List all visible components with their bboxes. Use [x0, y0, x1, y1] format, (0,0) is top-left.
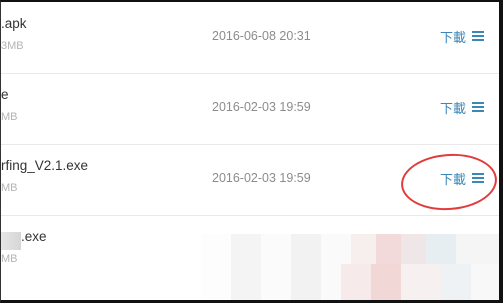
download-label[interactable]: 下載	[440, 27, 466, 46]
file-size: 3MB	[1, 40, 24, 52]
redaction-block	[1, 232, 21, 250]
file-name[interactable]: rfing_V2.1.exe	[1, 158, 88, 173]
file-name[interactable]: .exe	[21, 229, 47, 244]
file-date: 2016-02-03 19:59	[212, 100, 311, 114]
file-list-panel: .apk 3MB 2016-06-08 20:31 下載 e MB 2016-0…	[0, 0, 503, 303]
file-date: 2016-06-08 20:31	[212, 29, 311, 43]
file-name[interactable]: .apk	[1, 16, 27, 31]
redaction-pixelation	[341, 264, 499, 300]
file-size: MB	[1, 111, 18, 123]
file-row: e MB 2016-02-03 19:59 下載	[1, 73, 499, 145]
menu-icon[interactable]	[472, 102, 485, 112]
file-size: MB	[1, 182, 18, 194]
download-label[interactable]: 下載	[440, 98, 466, 117]
file-row: .apk 3MB 2016-06-08 20:31 下載	[1, 2, 499, 74]
download-button[interactable]: 下載	[440, 26, 485, 46]
download-button[interactable]: 下載	[440, 97, 485, 117]
menu-icon[interactable]	[472, 31, 485, 41]
file-size: MB	[1, 253, 18, 265]
file-name[interactable]: e	[1, 87, 9, 102]
file-date: 2016-02-03 19:59	[212, 171, 311, 185]
